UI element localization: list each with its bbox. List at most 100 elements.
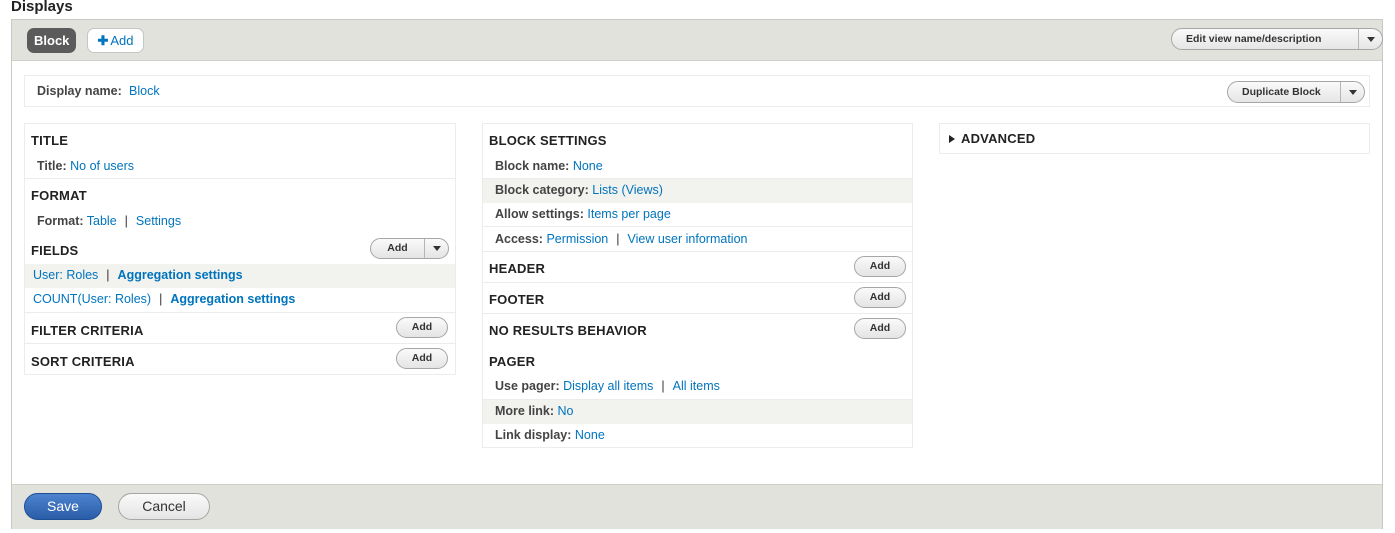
sort-criteria-section: SORT CRITERIA Add xyxy=(25,344,455,375)
access-permission-link[interactable]: Permission xyxy=(546,232,608,246)
allow-settings-row: Allow settings: Items per page xyxy=(483,203,912,227)
duplicate-block-label: Duplicate Block xyxy=(1242,86,1321,98)
cancel-button[interactable]: Cancel xyxy=(118,493,210,520)
block-name-link[interactable]: None xyxy=(573,159,603,173)
field-link[interactable]: User: Roles xyxy=(33,268,98,282)
tab-block[interactable]: Block xyxy=(27,28,77,53)
block-settings-section: BLOCK SETTINGS xyxy=(483,124,912,155)
format-label: Format: xyxy=(37,214,84,228)
access-view-user-info-link[interactable]: View user information xyxy=(628,232,748,246)
aggregation-settings-link[interactable]: Aggregation settings xyxy=(170,292,295,306)
no-results-section: NO RESULTS BEHAVIOR Add xyxy=(483,314,912,345)
allow-settings-label: Allow settings: xyxy=(495,207,584,221)
block-category-link[interactable]: Lists (Views) xyxy=(592,183,663,197)
fields-section: FIELDS Add xyxy=(25,233,455,264)
format-value-link[interactable]: Table xyxy=(87,214,117,228)
field-row: COUNT(User: Roles) | Aggregation settings xyxy=(25,288,455,313)
allow-settings-link[interactable]: Items per page xyxy=(587,207,670,221)
format-settings-link[interactable]: Settings xyxy=(136,214,181,228)
use-pager-item: Use pager: Display all items | All items xyxy=(495,379,720,393)
edit-view-dropdown-toggle[interactable] xyxy=(1358,29,1382,49)
fields-add-label: Add xyxy=(387,242,408,254)
fields-add-dropdown-toggle[interactable] xyxy=(424,239,448,258)
field-row: User: Roles | Aggregation settings xyxy=(25,264,455,288)
access-item: Access: Permission | View user information xyxy=(495,232,748,246)
more-link-item: More link: No xyxy=(495,404,574,418)
field-link[interactable]: COUNT(User: Roles) xyxy=(33,292,151,306)
chevron-down-icon xyxy=(432,246,441,251)
use-pager-row: Use pager: Display all items | All items xyxy=(483,376,912,400)
middle-column: BLOCK SETTINGS Block name: None Block ca… xyxy=(482,123,913,448)
plus-icon: ✚ xyxy=(97,33,109,48)
footer-heading: FOOTER xyxy=(489,292,545,307)
displays-panel: Block ✚ Add Edit view name/description Di… xyxy=(11,19,1383,529)
more-link-value[interactable]: No xyxy=(558,404,574,418)
filter-criteria-section: FILTER CRITERIA Add xyxy=(25,313,455,344)
format-item: Format: Table | Settings xyxy=(37,214,182,228)
advanced-heading: ADVANCED xyxy=(961,131,1036,146)
header-heading: HEADER xyxy=(489,261,546,276)
block-category-item: Block category: Lists (Views) xyxy=(495,183,663,197)
more-link-row: More link: No xyxy=(483,400,912,424)
chevron-down-icon xyxy=(1366,36,1375,42)
duplicate-block-button[interactable]: Duplicate Block xyxy=(1227,81,1365,103)
field-item: COUNT(User: Roles) | Aggregation settings xyxy=(33,292,296,306)
block-category-row: Block category: Lists (Views) xyxy=(483,179,912,203)
pager-heading: PAGER xyxy=(489,354,536,369)
block-category-label: Block category: xyxy=(495,183,589,197)
header-add-button[interactable]: Add xyxy=(854,256,906,277)
left-column: TITLE Title: No of users FORMAT Format: … xyxy=(24,123,456,375)
display-name-bar: Display name: Block Duplicate Block xyxy=(24,75,1370,107)
aggregation-settings-link[interactable]: Aggregation settings xyxy=(118,268,243,282)
title-item: Title: No of users xyxy=(37,159,134,173)
format-heading: FORMAT xyxy=(31,188,87,203)
link-display-value[interactable]: None xyxy=(575,428,605,442)
save-button[interactable]: Save xyxy=(24,493,102,520)
footer-add-button[interactable]: Add xyxy=(854,287,906,308)
block-name-row: Block name: None xyxy=(483,155,912,179)
more-link-label: More link: xyxy=(495,404,555,418)
add-display-label: Add xyxy=(110,33,134,48)
chevron-down-icon xyxy=(1348,89,1357,95)
items-link[interactable]: All items xyxy=(673,379,720,393)
title-section: TITLE Title: No of users xyxy=(25,124,455,179)
page-heading: Displays xyxy=(11,0,73,15)
sort-criteria-heading: SORT CRITERIA xyxy=(31,354,135,369)
block-name-item: Block name: None xyxy=(495,159,603,173)
sort-add-button[interactable]: Add xyxy=(396,348,448,369)
access-label: Access: xyxy=(495,232,543,246)
filter-criteria-heading: FILTER CRITERIA xyxy=(31,323,144,338)
no-results-heading: NO RESULTS BEHAVIOR xyxy=(489,323,647,338)
link-display-item: Link display: None xyxy=(495,428,605,442)
pager-section: PAGER xyxy=(483,345,912,376)
form-actions-bar: Save Cancel xyxy=(12,484,1382,529)
title-label: Title: xyxy=(37,159,67,173)
header-section: HEADER Add xyxy=(483,252,912,283)
add-display-button[interactable]: ✚ Add xyxy=(87,28,144,53)
fields-heading: FIELDS xyxy=(31,243,79,258)
title-heading: TITLE xyxy=(31,133,69,148)
fields-add-button[interactable]: Add xyxy=(370,238,449,259)
use-pager-label: Use pager: xyxy=(495,379,560,393)
advanced-section-toggle[interactable]: ADVANCED xyxy=(939,123,1370,154)
footer-section: FOOTER Add xyxy=(483,283,912,314)
block-settings-heading: BLOCK SETTINGS xyxy=(489,133,607,148)
title-value-link[interactable]: No of users xyxy=(70,159,134,173)
allow-settings-item: Allow settings: Items per page xyxy=(495,207,671,221)
display-name-link[interactable]: Block xyxy=(129,84,160,98)
access-row: Access: Permission | View user information xyxy=(483,227,912,252)
edit-view-name-button[interactable]: Edit view name/description xyxy=(1171,28,1383,50)
block-name-label: Block name: xyxy=(495,159,570,173)
display-name-label: Display name: xyxy=(37,84,122,98)
use-pager-link[interactable]: Display all items xyxy=(563,379,653,393)
display-tabs-bar: Block ✚ Add Edit view name/description xyxy=(12,20,1383,61)
duplicate-dropdown-toggle[interactable] xyxy=(1340,82,1364,102)
edit-view-name-label: Edit view name/description xyxy=(1186,33,1322,45)
triangle-right-icon xyxy=(949,135,955,143)
field-item: User: Roles | Aggregation settings xyxy=(33,268,243,282)
format-section: FORMAT Format: Table | Settings xyxy=(25,179,455,233)
link-display-label: Link display: xyxy=(495,428,572,442)
link-display-row: Link display: None xyxy=(483,424,912,448)
no-results-add-button[interactable]: Add xyxy=(854,318,906,339)
filter-add-button[interactable]: Add xyxy=(396,317,448,338)
